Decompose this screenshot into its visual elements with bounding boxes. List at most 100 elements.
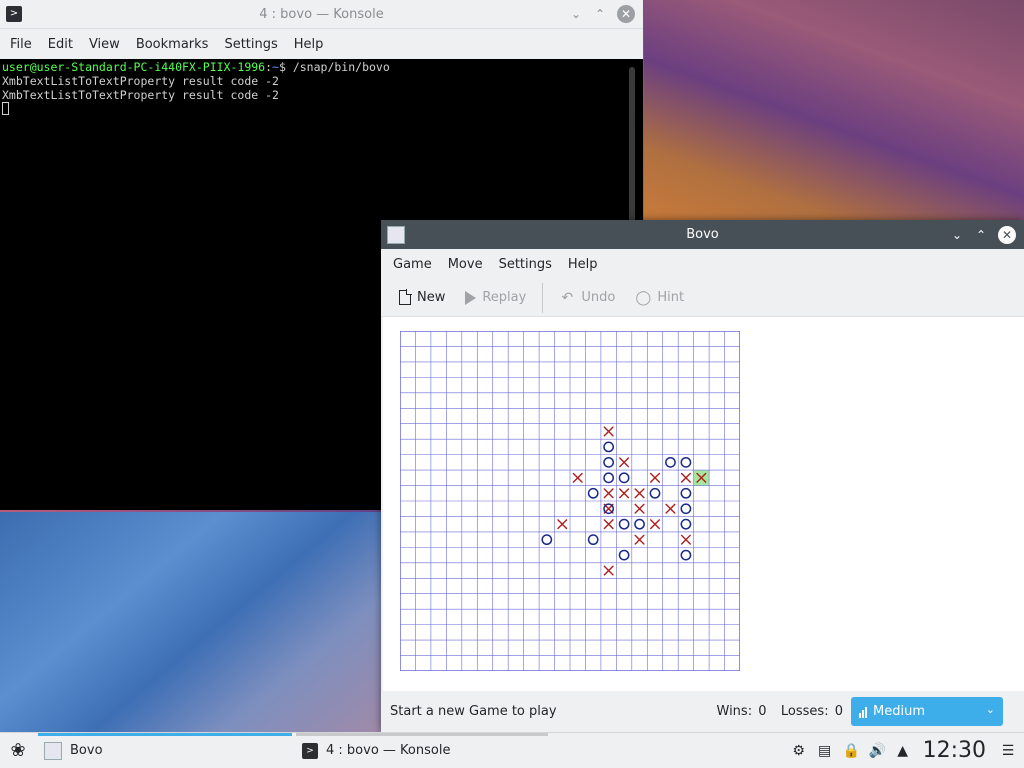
x-mark xyxy=(603,565,614,576)
x-mark xyxy=(680,472,691,483)
difficulty-value: Medium xyxy=(873,704,925,719)
o-mark xyxy=(618,472,630,484)
bovo-app-icon[interactable] xyxy=(387,225,405,244)
menu-settings[interactable]: Settings xyxy=(491,257,560,272)
clock[interactable]: 12:30 xyxy=(923,738,986,763)
o-mark xyxy=(680,549,692,561)
bovo-toolbar: New Replay ↶ Undo ◯ Hint xyxy=(381,279,1024,317)
prompt-user: user@user-Standard-PC-i440FX-PIIX-1996 xyxy=(2,60,266,74)
lightbulb-icon: ◯ xyxy=(635,289,652,306)
network-icon[interactable]: ▤ xyxy=(817,743,833,759)
difficulty-bars-icon xyxy=(859,706,867,718)
menu-settings[interactable]: Settings xyxy=(216,37,285,52)
x-mark xyxy=(603,488,614,499)
bovo-task-icon xyxy=(44,741,62,760)
terminal-output-line: XmbTextListToTextProperty result code -2 xyxy=(2,88,279,102)
desktop-wallpaper-top-right xyxy=(644,0,1024,220)
bovo-statusbar: Start a new Game to play Wins: 0 Losses:… xyxy=(381,691,1024,732)
x-mark xyxy=(603,519,614,530)
replay-label: Replay xyxy=(482,290,527,305)
x-mark xyxy=(649,472,661,483)
close-icon[interactable]: ✕ xyxy=(998,225,1016,244)
prompt-separator: : xyxy=(265,60,273,74)
undo-icon: ↶ xyxy=(561,289,574,306)
o-mark xyxy=(634,518,645,530)
terminal-cursor-line xyxy=(2,102,641,116)
menu-help[interactable]: Help xyxy=(286,37,332,52)
o-mark xyxy=(603,441,615,453)
o-mark xyxy=(649,487,661,499)
game-board[interactable] xyxy=(400,331,740,671)
lock-icon[interactable]: 🔒 xyxy=(843,743,860,759)
menu-move[interactable]: Move xyxy=(440,257,491,272)
menu-game[interactable]: Game xyxy=(385,257,440,272)
bovo-window-title: Bovo xyxy=(686,227,719,242)
prompt-path: ~ xyxy=(272,60,279,74)
difficulty-select[interactable]: Medium ⌄ xyxy=(851,697,1003,726)
o-mark xyxy=(618,549,630,561)
minimize-icon[interactable]: ⌄ xyxy=(950,228,964,242)
wins-count: 0 xyxy=(758,704,767,719)
replay-button[interactable]: Replay xyxy=(457,283,534,313)
o-mark xyxy=(680,518,692,530)
o-mark xyxy=(603,456,615,468)
menu-bookmarks[interactable]: Bookmarks xyxy=(128,37,217,52)
o-mark xyxy=(680,456,692,468)
play-icon xyxy=(465,290,477,305)
konsole-titlebar[interactable]: > 4 : bovo — Konsole ⌄ ⌃ ✕ xyxy=(0,0,643,29)
o-mark xyxy=(680,503,692,515)
close-icon[interactable]: ✕ xyxy=(617,5,635,23)
hint-button[interactable]: ◯ Hint xyxy=(627,283,692,313)
new-document-icon xyxy=(399,289,412,305)
menu-view[interactable]: View xyxy=(81,37,128,52)
o-mark xyxy=(680,487,692,499)
bovo-titlebar[interactable]: Bovo ⌄ ⌃ ✕ xyxy=(381,220,1024,249)
task-bovo-label: Bovo xyxy=(70,743,103,758)
x-mark xyxy=(572,472,583,483)
bovo-menubar: Game Move Settings Help xyxy=(381,249,1024,279)
x-mark xyxy=(649,519,661,530)
undo-label: Undo xyxy=(581,290,616,305)
x-mark xyxy=(603,426,614,437)
app-launcher-icon[interactable]: ❀ xyxy=(0,733,36,768)
menu-file[interactable]: File xyxy=(2,37,40,52)
losses-label: Losses: xyxy=(780,704,829,719)
x-mark xyxy=(619,457,630,468)
system-tray: ⚙ ▤ 🔒 🔊 ▲ 12:30 ☰ xyxy=(791,738,1024,763)
x-mark xyxy=(619,488,630,499)
new-game-button[interactable]: New xyxy=(391,283,453,313)
volume-icon[interactable]: 🔊 xyxy=(869,743,886,759)
menu-help[interactable]: Help xyxy=(560,257,606,272)
x-mark xyxy=(634,503,645,514)
maximize-icon[interactable]: ⌃ xyxy=(593,7,607,21)
terminal-cursor xyxy=(2,102,9,115)
konsole-task-icon: > xyxy=(302,742,318,759)
konsole-window-title: 4 : bovo — Konsole xyxy=(259,6,384,22)
toolbar-separator xyxy=(542,282,544,313)
terminal-output-line: XmbTextListToTextProperty result code -2 xyxy=(2,74,279,88)
undo-button[interactable]: ↶ Undo xyxy=(551,283,623,313)
o-mark xyxy=(587,534,599,546)
maximize-icon[interactable]: ⌃ xyxy=(974,228,988,242)
task-konsole[interactable]: > 4 : bovo — Konsole xyxy=(294,732,550,768)
taskbar: ❀ Bovo > 4 : bovo — Konsole ⚙ ▤ 🔒 🔊 ▲ 12… xyxy=(0,732,1024,768)
menu-icon[interactable]: ☰ xyxy=(1000,743,1016,759)
x-mark xyxy=(557,519,568,530)
chevron-down-icon: ⌄ xyxy=(985,703,995,716)
minimize-icon[interactable]: ⌄ xyxy=(569,7,583,21)
konsole-app-icon[interactable]: > xyxy=(6,6,22,22)
x-mark xyxy=(680,534,691,545)
prompt-command: $ /snap/bin/bovo xyxy=(278,60,390,74)
menu-edit[interactable]: Edit xyxy=(40,37,81,52)
x-mark xyxy=(665,503,676,514)
updates-icon[interactable]: ⚙ xyxy=(791,743,807,759)
o-mark xyxy=(603,472,615,484)
status-message: Start a new Game to play xyxy=(390,704,557,719)
x-mark xyxy=(634,488,645,499)
task-bovo[interactable]: Bovo xyxy=(36,732,294,768)
score-display: Wins: 0 Losses: 0 xyxy=(715,704,844,719)
task-konsole-label: 4 : bovo — Konsole xyxy=(326,743,451,758)
o-mark xyxy=(665,456,676,468)
terminal-prompt-line: user@user-Standard-PC-i440FX-PIIX-1996:~… xyxy=(2,60,641,74)
tray-expand-icon[interactable]: ▲ xyxy=(895,743,911,759)
